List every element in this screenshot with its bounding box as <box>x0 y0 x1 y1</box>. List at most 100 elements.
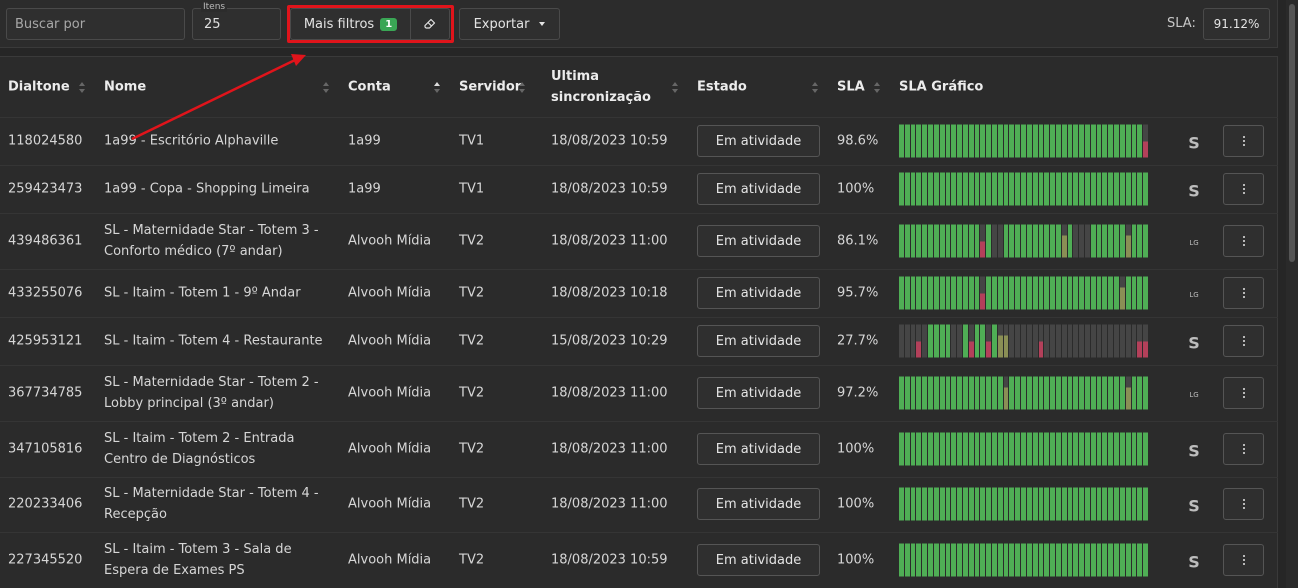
row-divider <box>0 365 1278 366</box>
sla-segment <box>904 172 910 206</box>
sla-segment <box>910 224 916 258</box>
sla-segment <box>1085 172 1090 206</box>
sla-segment <box>1021 172 1026 206</box>
sla-segment <box>992 224 997 258</box>
sla-segment <box>1079 487 1085 521</box>
state-button[interactable]: Em atividade <box>697 433 820 465</box>
sla-segment <box>951 376 957 410</box>
sla-segment <box>1085 324 1090 358</box>
sla-segment <box>1096 376 1102 410</box>
row-actions-button[interactable] <box>1223 325 1264 357</box>
sla-segment <box>1096 276 1102 310</box>
state-label: Em atividade <box>715 496 802 512</box>
header-sla[interactable]: SLA <box>837 80 865 95</box>
sla-segment <box>1096 172 1102 206</box>
sla-segment <box>1044 487 1050 521</box>
sla-segment <box>962 276 968 310</box>
header-server[interactable]: Servidor <box>459 80 521 95</box>
sla-segment <box>968 224 974 258</box>
sla-segment <box>1131 172 1137 206</box>
items-value: 25 <box>204 17 221 32</box>
row-actions-button[interactable] <box>1223 488 1264 520</box>
sla-segment <box>957 324 962 358</box>
sla-segment <box>1143 341 1148 358</box>
more-filters-button[interactable]: Mais filtros 1 <box>291 9 411 39</box>
sla-segment <box>928 376 933 410</box>
sla-segment <box>1119 376 1125 410</box>
sla-segment <box>1032 432 1038 466</box>
state-button[interactable]: Em atividade <box>697 325 820 357</box>
row-actions-button[interactable] <box>1223 433 1264 465</box>
sort-icon[interactable] <box>518 80 525 94</box>
sla-segment <box>1119 543 1125 577</box>
sla-segment <box>933 487 939 521</box>
cell-account: Alvooh Mídia <box>348 385 432 401</box>
sla-segment <box>1119 487 1125 521</box>
sla-segment <box>922 224 928 258</box>
sla-segment <box>1009 376 1015 410</box>
sla-segment <box>922 276 928 310</box>
sla-segment <box>922 324 928 358</box>
sla-segment <box>1079 543 1085 577</box>
sort-icon[interactable] <box>873 80 880 94</box>
row-actions-button[interactable] <box>1223 173 1264 205</box>
scrollbar-thumb[interactable] <box>1289 4 1295 262</box>
sla-segment <box>1079 276 1085 310</box>
state-button[interactable]: Em atividade <box>697 125 820 157</box>
sla-segment <box>974 432 980 466</box>
row-actions-button[interactable] <box>1223 377 1264 409</box>
items-per-page-field[interactable]: Itens 25 <box>192 2 281 40</box>
sla-segment <box>928 172 933 206</box>
sort-asc-icon[interactable] <box>433 80 440 94</box>
sla-segment <box>933 432 939 466</box>
sla-segment <box>1090 376 1096 410</box>
header-dialtone[interactable]: Dialtone <box>8 80 70 95</box>
sla-segment <box>1085 224 1090 258</box>
cell-server: TV2 <box>459 441 485 457</box>
sla-segment <box>1021 224 1026 258</box>
sla-segment <box>1044 324 1050 358</box>
sort-icon[interactable] <box>322 80 329 94</box>
row-actions-button[interactable] <box>1223 277 1264 309</box>
filter-button-group: Mais filtros 1 <box>290 8 450 40</box>
cell-sla: 100% <box>837 496 875 512</box>
cell-dialtone: 118024580 <box>8 133 83 149</box>
sla-segment <box>980 241 986 258</box>
sla-segment <box>1131 543 1137 577</box>
sort-icon[interactable] <box>78 80 85 94</box>
cell-dialtone: 433255076 <box>8 285 83 301</box>
sla-segment <box>1137 224 1143 258</box>
row-actions-button[interactable] <box>1223 544 1264 576</box>
row-actions-button[interactable] <box>1223 225 1264 257</box>
state-button[interactable]: Em atividade <box>697 173 820 205</box>
sort-icon[interactable] <box>671 80 678 94</box>
sla-segment <box>933 124 939 158</box>
state-button[interactable]: Em atividade <box>697 544 820 576</box>
sla-segment <box>1044 376 1050 410</box>
state-button[interactable]: Em atividade <box>697 225 820 257</box>
export-button[interactable]: Exportar <box>459 8 560 40</box>
sla-segment <box>1096 124 1102 158</box>
clear-filters-button[interactable] <box>411 9 449 39</box>
sla-segment <box>933 276 939 310</box>
header-state[interactable]: Estado <box>697 80 747 95</box>
state-button[interactable]: Em atividade <box>697 377 820 409</box>
sla-segment <box>899 376 904 410</box>
sla-segment <box>1108 172 1114 206</box>
sla-segment <box>1055 172 1061 206</box>
header-last-sync[interactable]: Ultima sincronização <box>551 66 651 108</box>
sla-segment <box>922 432 928 466</box>
search-input[interactable] <box>6 8 185 40</box>
header-account[interactable]: Conta <box>348 80 391 95</box>
sort-icon[interactable] <box>811 80 818 94</box>
row-actions-button[interactable] <box>1223 125 1264 157</box>
sla-segment <box>1108 124 1114 158</box>
sla-segment <box>1079 224 1085 258</box>
sla-segment <box>904 324 910 358</box>
state-button[interactable]: Em atividade <box>697 277 820 309</box>
sla-segment <box>962 376 968 410</box>
header-name[interactable]: Nome <box>104 80 146 95</box>
state-button[interactable]: Em atividade <box>697 488 820 520</box>
cell-dialtone: 367734785 <box>8 385 83 401</box>
sla-segment <box>1096 432 1102 466</box>
